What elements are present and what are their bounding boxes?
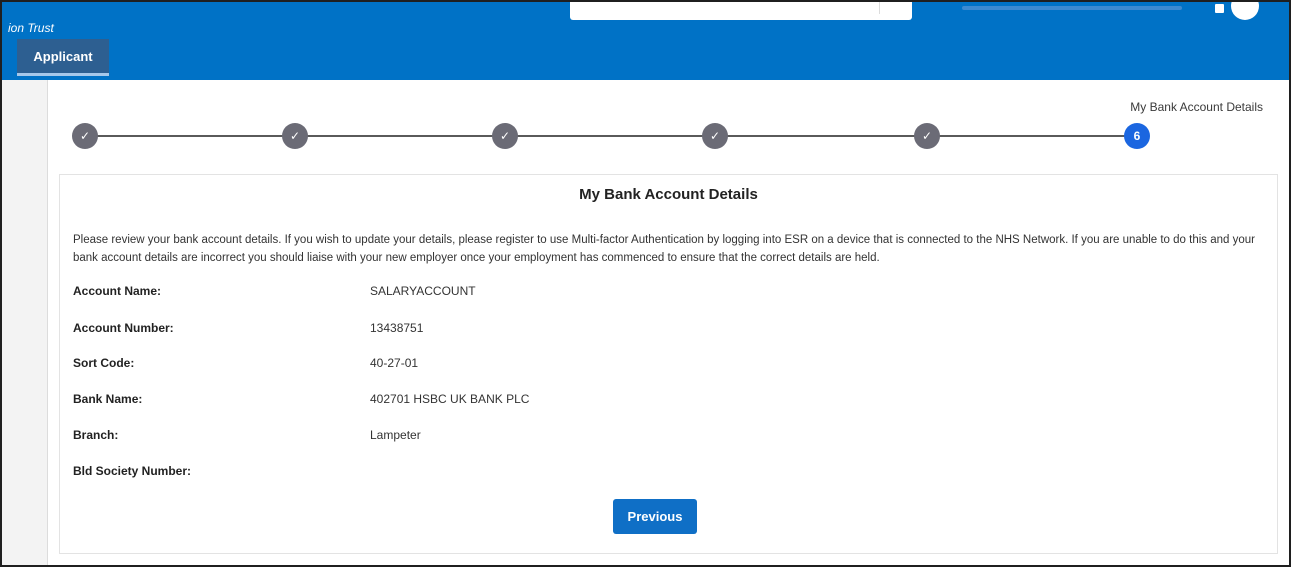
field-label: Bld Society Number: [73, 464, 192, 478]
org-name: ion Trust [8, 21, 54, 35]
field-row-bld-society-number: Bld Society Number: [73, 464, 1263, 482]
bank-details-panel: My Bank Account Details Please review yo… [59, 174, 1278, 554]
main-content: My Bank Account Details ✓ ✓ ✓ ✓ ✓ 6 My B… [47, 80, 1289, 565]
field-row-account-name: Account Name: SALARYACCOUNT [73, 284, 1263, 302]
search-divider [879, 2, 880, 14]
field-value: 40-27-01 [370, 356, 419, 370]
field-row-bank-name: Bank Name: 402701 HSBC UK BANK PLC [73, 392, 1263, 410]
field-row-sort-code: Sort Code: 40-27-01 [73, 356, 1263, 374]
field-row-account-number: Account Number: 13438751 [73, 321, 1263, 339]
current-step-label: My Bank Account Details [1130, 100, 1263, 114]
user-info-area [962, 6, 1182, 10]
field-label: Sort Code: [73, 356, 135, 370]
top-header: ion Trust Applicant [2, 2, 1289, 80]
page-frame: ion Trust Applicant My Bank Account Deta… [0, 0, 1291, 567]
step-4-complete-icon[interactable]: ✓ [702, 123, 728, 149]
field-label: Account Name: [73, 284, 162, 298]
field-row-branch: Branch: Lampeter [73, 428, 1263, 446]
field-value: Lampeter [370, 428, 421, 442]
field-value: 402701 HSBC UK BANK PLC [370, 392, 530, 406]
step-2-complete-icon[interactable]: ✓ [282, 123, 308, 149]
step-1-complete-icon[interactable]: ✓ [72, 123, 98, 149]
intro-text: Please review your bank account details.… [73, 234, 1255, 264]
previous-button[interactable]: Previous [613, 499, 697, 534]
step-3-complete-icon[interactable]: ✓ [492, 123, 518, 149]
notification-icon[interactable] [1215, 4, 1224, 13]
field-label: Branch: [73, 428, 119, 442]
tab-applicant[interactable]: Applicant [17, 39, 109, 76]
global-search-input[interactable] [570, 2, 912, 20]
field-label: Account Number: [73, 321, 174, 335]
field-value: SALARYACCOUNT [370, 284, 476, 298]
step-5-complete-icon[interactable]: ✓ [914, 123, 940, 149]
step-6-current[interactable]: 6 [1124, 123, 1150, 149]
panel-title: My Bank Account Details [579, 186, 758, 203]
progress-indicator: My Bank Account Details ✓ ✓ ✓ ✓ ✓ 6 [48, 80, 1289, 160]
progress-line [88, 135, 1128, 137]
field-label: Bank Name: [73, 392, 143, 406]
field-value: 13438751 [370, 321, 424, 335]
user-avatar[interactable] [1231, 2, 1259, 20]
